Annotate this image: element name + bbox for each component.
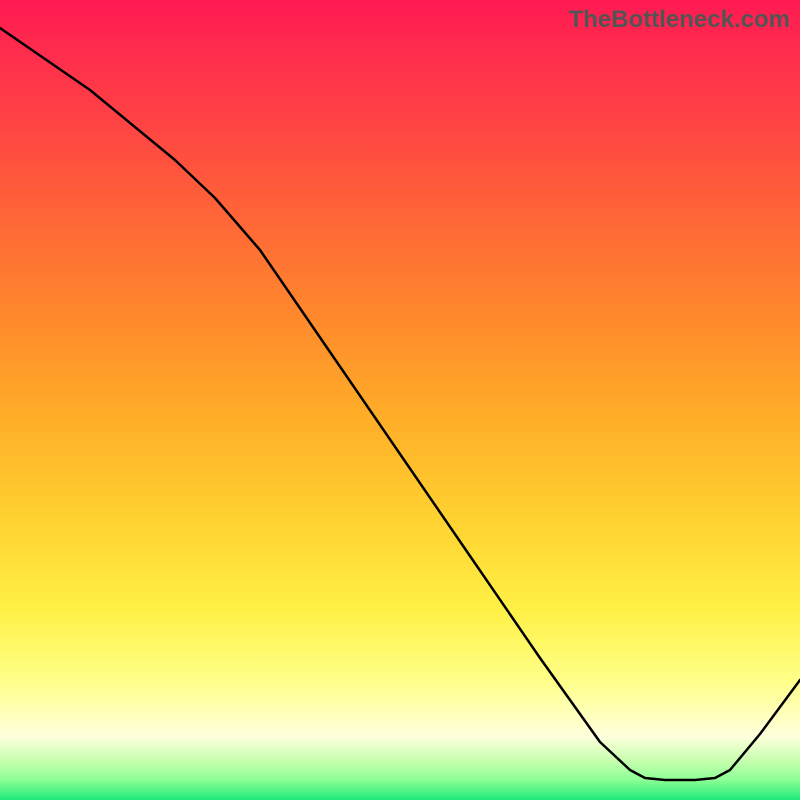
curve-path — [0, 28, 800, 780]
curve-svg — [0, 0, 800, 800]
watermark-text: TheBottleneck.com — [569, 6, 790, 34]
chart-container: TheBottleneck.com — [0, 0, 800, 800]
